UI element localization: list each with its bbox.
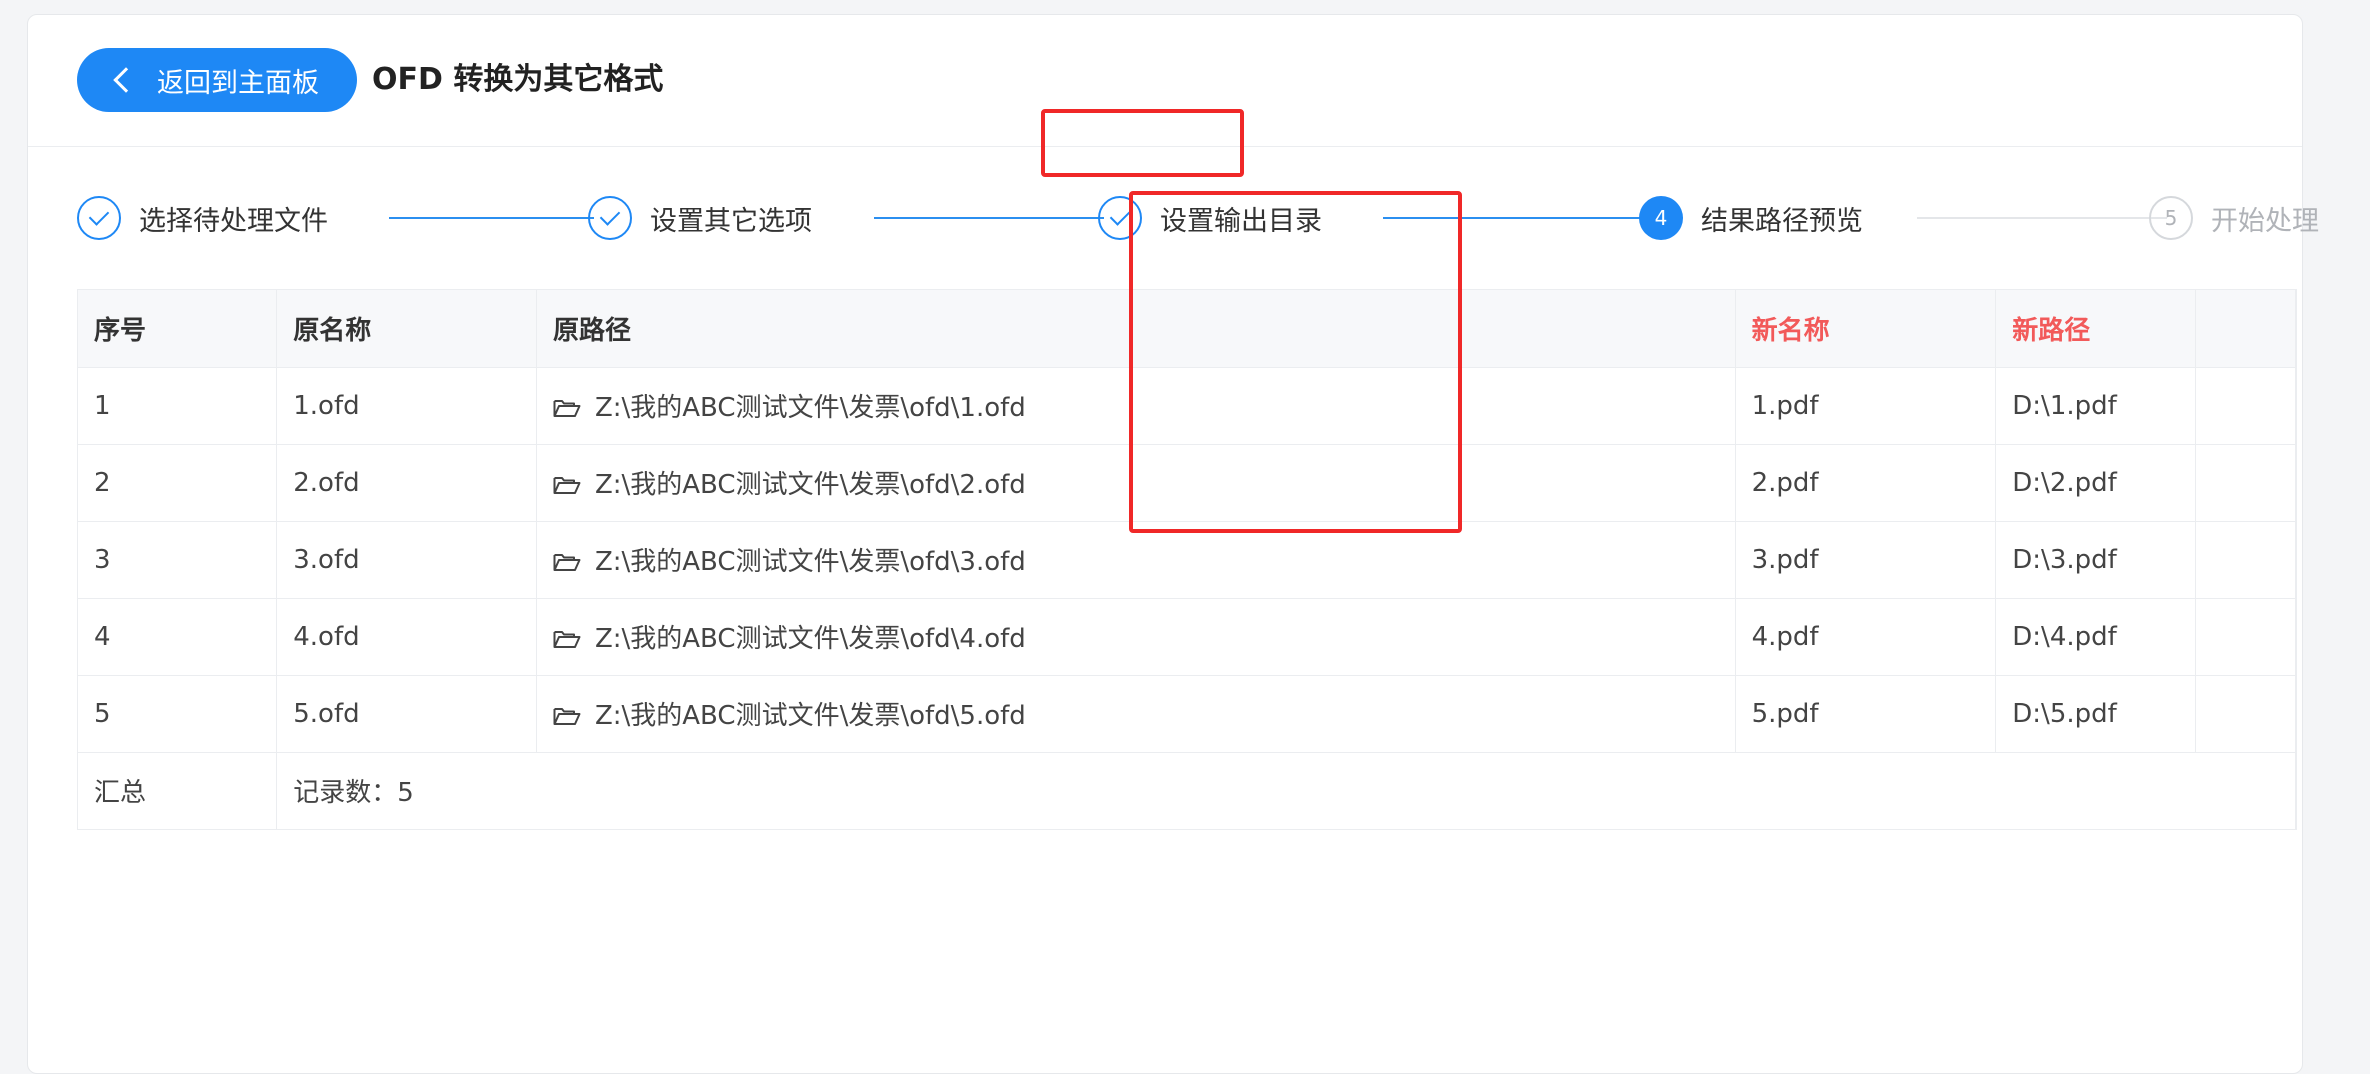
column-header-orig-name[interactable]: 原名称 bbox=[276, 290, 537, 368]
step-4-number: 4 bbox=[1639, 196, 1683, 240]
table-row[interactable]: 2 2.ofd Z:\我的ABC测试文件\发票\ofd\2.ofd 2.pdf D:\2… bbox=[78, 444, 2296, 522]
step-connector bbox=[1917, 217, 2167, 219]
step-4-label: 结果路径预览 bbox=[1701, 205, 1863, 237]
step-connector bbox=[874, 217, 1104, 219]
cell-orig-path[interactable]: Z:\我的ABC测试文件\发票\ofd\5.ofd bbox=[536, 675, 1736, 753]
step-1-check-icon bbox=[77, 196, 121, 240]
table-row[interactable]: 1 1.ofd Z:\我的ABC测试文件\发票\ofd\1.ofd 1.pdf D:\1… bbox=[78, 367, 2296, 445]
cell-orig-path[interactable]: Z:\我的ABC测试文件\发票\ofd\1.ofd bbox=[536, 367, 1736, 445]
cell-new-path: D:\2.pdf bbox=[1995, 444, 2197, 522]
folder-open-icon[interactable] bbox=[553, 552, 581, 572]
column-header-index[interactable]: 序号 bbox=[78, 290, 278, 368]
column-header-orig-path[interactable]: 原路径 bbox=[536, 290, 1736, 368]
table-row[interactable]: 4 4.ofd Z:\我的ABC测试文件\发票\ofd\4.ofd 4.pdf D:\4… bbox=[78, 598, 2296, 676]
step-3[interactable]: 设置输出目录 bbox=[1098, 193, 1322, 243]
cell-spacer bbox=[2195, 598, 2296, 676]
table-row[interactable]: 3 3.ofd Z:\我的ABC测试文件\发票\ofd\3.ofd 3.pdf D:\3… bbox=[78, 521, 2296, 599]
orig-path-text: Z:\我的ABC测试文件\发票\ofd\3.ofd bbox=[594, 547, 1026, 577]
cell-index: 4 bbox=[78, 598, 278, 676]
cell-new-name: 5.pdf bbox=[1735, 675, 1997, 753]
step-1[interactable]: 选择待处理文件 bbox=[77, 193, 328, 243]
cell-new-name: 2.pdf bbox=[1735, 444, 1997, 522]
cell-orig-name: 4.ofd bbox=[276, 598, 537, 676]
summary-label: 汇总 bbox=[78, 752, 278, 829]
cell-orig-path[interactable]: Z:\我的ABC测试文件\发票\ofd\3.ofd bbox=[536, 521, 1736, 599]
orig-path-text: Z:\我的ABC测试文件\发票\ofd\5.ofd bbox=[594, 701, 1026, 731]
chevron-left-icon bbox=[113, 67, 139, 93]
cell-new-path: D:\5.pdf bbox=[1995, 675, 2197, 753]
cell-orig-name: 5.ofd bbox=[276, 675, 537, 753]
cell-new-path: D:\1.pdf bbox=[1995, 367, 2197, 445]
cell-orig-path[interactable]: Z:\我的ABC测试文件\发票\ofd\2.ofd bbox=[536, 444, 1736, 522]
column-header-spacer bbox=[2195, 290, 2296, 368]
page-header: 返回到主面板 OFD 转换为其它格式 bbox=[28, 15, 2302, 147]
back-to-dashboard-button[interactable]: 返回到主面板 bbox=[77, 48, 357, 112]
step-2-check-icon bbox=[588, 196, 632, 240]
orig-path-text: Z:\我的ABC测试文件\发票\ofd\4.ofd bbox=[594, 624, 1026, 654]
folder-open-icon[interactable] bbox=[553, 629, 581, 649]
column-header-new-name[interactable]: 新名称 bbox=[1735, 290, 1997, 368]
cell-spacer bbox=[2195, 444, 2296, 522]
cell-new-path: D:\3.pdf bbox=[1995, 521, 2197, 599]
summary-row: 汇总 记录数：5 bbox=[78, 752, 2296, 829]
orig-path-text: Z:\我的ABC测试文件\发票\ofd\2.ofd bbox=[594, 470, 1026, 500]
cell-orig-name: 2.ofd bbox=[276, 444, 537, 522]
cell-index: 5 bbox=[78, 675, 278, 753]
folder-open-icon[interactable] bbox=[553, 475, 581, 495]
cell-index: 1 bbox=[78, 367, 278, 445]
cell-spacer bbox=[2195, 367, 2296, 445]
cell-new-name: 4.pdf bbox=[1735, 598, 1997, 676]
cell-new-name: 1.pdf bbox=[1735, 367, 1997, 445]
step-4[interactable]: 4 结果路径预览 bbox=[1639, 193, 1863, 243]
cell-new-path: D:\4.pdf bbox=[1995, 598, 2197, 676]
table-header-row: 序号 原名称 原路径 新名称 新路径 bbox=[78, 290, 2296, 368]
back-button-label: 返回到主面板 bbox=[157, 67, 319, 99]
main-panel: 返回到主面板 OFD 转换为其它格式 选择待处理文件 设置其它选项 设置输出目录… bbox=[27, 14, 2319, 1074]
cell-new-name: 3.pdf bbox=[1735, 521, 1997, 599]
summary-value: 记录数：5 bbox=[276, 752, 2296, 829]
result-preview-table: 序号 原名称 原路径 新名称 新路径 1 1.ofd Z:\我的ABC测试文件\发票… bbox=[77, 289, 2297, 830]
cell-orig-path[interactable]: Z:\我的ABC测试文件\发票\ofd\4.ofd bbox=[536, 598, 1736, 676]
cell-index: 2 bbox=[78, 444, 278, 522]
step-progress: 选择待处理文件 设置其它选项 设置输出目录 4 结果路径预览 5 开始处理 bbox=[77, 193, 2327, 243]
step-connector bbox=[389, 217, 594, 219]
cell-spacer bbox=[2195, 675, 2296, 753]
step-3-check-icon bbox=[1098, 196, 1142, 240]
step-5-label: 开始处理 bbox=[2211, 205, 2319, 237]
step-3-label: 设置输出目录 bbox=[1160, 205, 1322, 237]
page-title: OFD 转换为其它格式 bbox=[372, 62, 664, 97]
folder-open-icon[interactable] bbox=[553, 398, 581, 418]
folder-open-icon[interactable] bbox=[553, 706, 581, 726]
step-5-number: 5 bbox=[2149, 196, 2193, 240]
cell-spacer bbox=[2195, 521, 2296, 599]
column-header-new-path[interactable]: 新路径 bbox=[1995, 290, 2197, 368]
cell-orig-name: 1.ofd bbox=[276, 367, 537, 445]
step-1-label: 选择待处理文件 bbox=[139, 205, 328, 237]
orig-path-text: Z:\我的ABC测试文件\发票\ofd\1.ofd bbox=[594, 393, 1026, 423]
cell-index: 3 bbox=[78, 521, 278, 599]
step-2-label: 设置其它选项 bbox=[650, 205, 812, 237]
cell-orig-name: 3.ofd bbox=[276, 521, 537, 599]
step-connector bbox=[1383, 217, 1655, 219]
table-row[interactable]: 5 5.ofd Z:\我的ABC测试文件\发票\ofd\5.ofd 5.pdf D:\5… bbox=[78, 675, 2296, 753]
step-5[interactable]: 5 开始处理 bbox=[2149, 193, 2319, 243]
step-2[interactable]: 设置其它选项 bbox=[588, 193, 812, 243]
